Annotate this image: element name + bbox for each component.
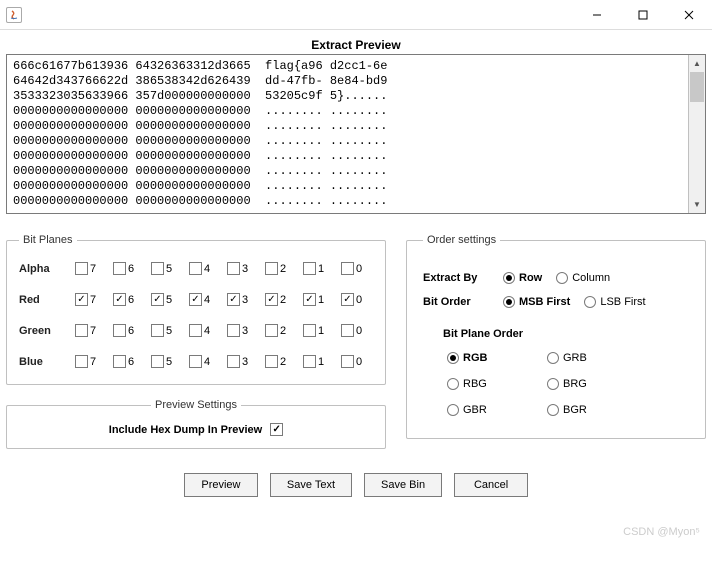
preview-button[interactable]: Preview <box>184 473 258 497</box>
bitplane-checkbox-red-3[interactable]: ✓3 <box>227 293 259 306</box>
bitplane-checkbox-green-6[interactable]: 6 <box>113 324 145 337</box>
bitplane-checkbox-red-1[interactable]: ✓1 <box>303 293 335 306</box>
cancel-button[interactable]: Cancel <box>454 473 528 497</box>
bitplane-checkbox-blue-4[interactable]: 4 <box>189 355 221 368</box>
extract-by-label: Extract By <box>423 272 493 284</box>
bitplane-checkbox-blue-1[interactable]: 1 <box>303 355 335 368</box>
preview-settings-legend: Preview Settings <box>151 399 241 411</box>
bitplane-row-label-red: Red <box>19 294 69 306</box>
hex-dump-area: 666c61677b613936 64326363312d3665 flag{a… <box>6 54 706 214</box>
order-settings-group: Order settings Extract By Row Column Bit … <box>406 234 706 439</box>
bit-plane-order-radio-bgr[interactable]: BGR <box>547 404 627 416</box>
bitplane-checkbox-red-6[interactable]: ✓6 <box>113 293 145 306</box>
bitplane-checkbox-red-7[interactable]: ✓7 <box>75 293 107 306</box>
bit-planes-group: Bit Planes Alpha76543210Red✓7✓6✓5✓4✓3✓2✓… <box>6 234 386 385</box>
bit-order-radio-msb-first[interactable]: MSB First <box>503 296 570 308</box>
bit-order-label: Bit Order <box>423 296 493 308</box>
bitplane-checkbox-red-2[interactable]: ✓2 <box>265 293 297 306</box>
bitplane-checkbox-green-7[interactable]: 7 <box>75 324 107 337</box>
order-settings-legend: Order settings <box>423 234 500 246</box>
bit-plane-order-radio-rbg[interactable]: RBG <box>447 378 527 390</box>
bitplane-checkbox-alpha-7[interactable]: 7 <box>75 262 107 275</box>
preview-settings-group: Preview Settings Include Hex Dump In Pre… <box>6 399 386 449</box>
watermark-text: CSDN @Myon⁵ <box>623 526 700 538</box>
close-button[interactable] <box>666 0 712 30</box>
bit-plane-order-radio-rgb[interactable]: RGB <box>447 352 527 364</box>
bitplane-checkbox-alpha-6[interactable]: 6 <box>113 262 145 275</box>
maximize-button[interactable] <box>620 0 666 30</box>
bitplane-checkbox-alpha-1[interactable]: 1 <box>303 262 335 275</box>
bitplane-checkbox-blue-0[interactable]: 0 <box>341 355 373 368</box>
bitplane-checkbox-red-4[interactable]: ✓4 <box>189 293 221 306</box>
bit-planes-legend: Bit Planes <box>19 234 77 246</box>
extract-by-radio-row[interactable]: Row <box>503 272 542 284</box>
java-icon <box>6 7 22 23</box>
bitplane-checkbox-blue-3[interactable]: 3 <box>227 355 259 368</box>
scroll-up-icon[interactable]: ▲ <box>689 55 705 72</box>
vertical-scrollbar[interactable]: ▲ ▼ <box>688 55 705 213</box>
save-text-button[interactable]: Save Text <box>270 473 352 497</box>
bit-plane-order-radio-grb[interactable]: GRB <box>547 352 627 364</box>
bitplane-checkbox-red-0[interactable]: ✓0 <box>341 293 373 306</box>
include-hex-label: Include Hex Dump In Preview <box>109 424 262 436</box>
bit-plane-order-radio-gbr[interactable]: GBR <box>447 404 527 416</box>
bitplane-checkbox-blue-2[interactable]: 2 <box>265 355 297 368</box>
minimize-button[interactable] <box>574 0 620 30</box>
bit-plane-order-label: Bit Plane Order <box>443 328 689 340</box>
bitplane-checkbox-green-1[interactable]: 1 <box>303 324 335 337</box>
bitplane-checkbox-green-2[interactable]: 2 <box>265 324 297 337</box>
bitplane-row-label-green: Green <box>19 325 69 337</box>
bitplane-checkbox-green-0[interactable]: 0 <box>341 324 373 337</box>
bitplane-checkbox-blue-6[interactable]: 6 <box>113 355 145 368</box>
bitplane-checkbox-alpha-3[interactable]: 3 <box>227 262 259 275</box>
bitplane-checkbox-alpha-2[interactable]: 2 <box>265 262 297 275</box>
extract-by-radio-column[interactable]: Column <box>556 272 610 284</box>
window-titlebar <box>0 0 712 30</box>
bitplane-checkbox-alpha-4[interactable]: 4 <box>189 262 221 275</box>
bitplane-checkbox-red-5[interactable]: ✓5 <box>151 293 183 306</box>
bit-plane-order-radio-brg[interactable]: BRG <box>547 378 627 390</box>
bit-order-radio-lsb-first[interactable]: LSB First <box>584 296 645 308</box>
bitplane-checkbox-blue-5[interactable]: 5 <box>151 355 183 368</box>
include-hex-checkbox[interactable]: ✓ <box>270 423 283 436</box>
bitplane-row-label-blue: Blue <box>19 356 69 368</box>
bitplane-checkbox-alpha-0[interactable]: 0 <box>341 262 373 275</box>
bitplane-checkbox-green-3[interactable]: 3 <box>227 324 259 337</box>
bitplane-checkbox-alpha-5[interactable]: 5 <box>151 262 183 275</box>
hex-dump-text[interactable]: 666c61677b613936 64326363312d3665 flag{a… <box>7 55 688 213</box>
bitplane-row-label-alpha: Alpha <box>19 263 69 275</box>
scroll-down-icon[interactable]: ▼ <box>689 196 705 213</box>
bitplane-checkbox-green-5[interactable]: 5 <box>151 324 183 337</box>
bitplane-checkbox-green-4[interactable]: 4 <box>189 324 221 337</box>
preview-title: Extract Preview <box>6 38 706 52</box>
bitplane-checkbox-blue-7[interactable]: 7 <box>75 355 107 368</box>
scroll-thumb[interactable] <box>690 72 704 102</box>
save-bin-button[interactable]: Save Bin <box>364 473 442 497</box>
